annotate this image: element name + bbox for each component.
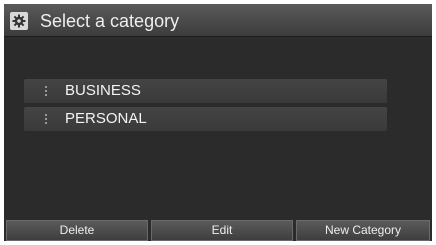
list-item-personal[interactable]: PERSONAL — [24, 107, 387, 131]
new-category-button[interactable]: New Category — [296, 220, 430, 241]
edit-button[interactable]: Edit — [151, 220, 293, 241]
list-item-label: BUSINESS — [65, 82, 141, 99]
list-item-business[interactable]: BUSINESS — [24, 79, 387, 103]
drag-handle-icon — [44, 86, 48, 96]
button-bar: Delete Edit New Category — [4, 220, 432, 241]
category-list: BUSINESS PERSONAL — [24, 79, 387, 135]
category-screen: Select a category BUSINESS PERSONAL Dele… — [4, 4, 432, 241]
delete-button[interactable]: Delete — [6, 220, 148, 241]
gear-icon — [10, 12, 28, 30]
page-title: Select a category — [40, 11, 180, 31]
list-item-label: PERSONAL — [65, 110, 147, 127]
drag-handle-icon — [44, 114, 48, 124]
title-bar: Select a category — [4, 4, 432, 37]
